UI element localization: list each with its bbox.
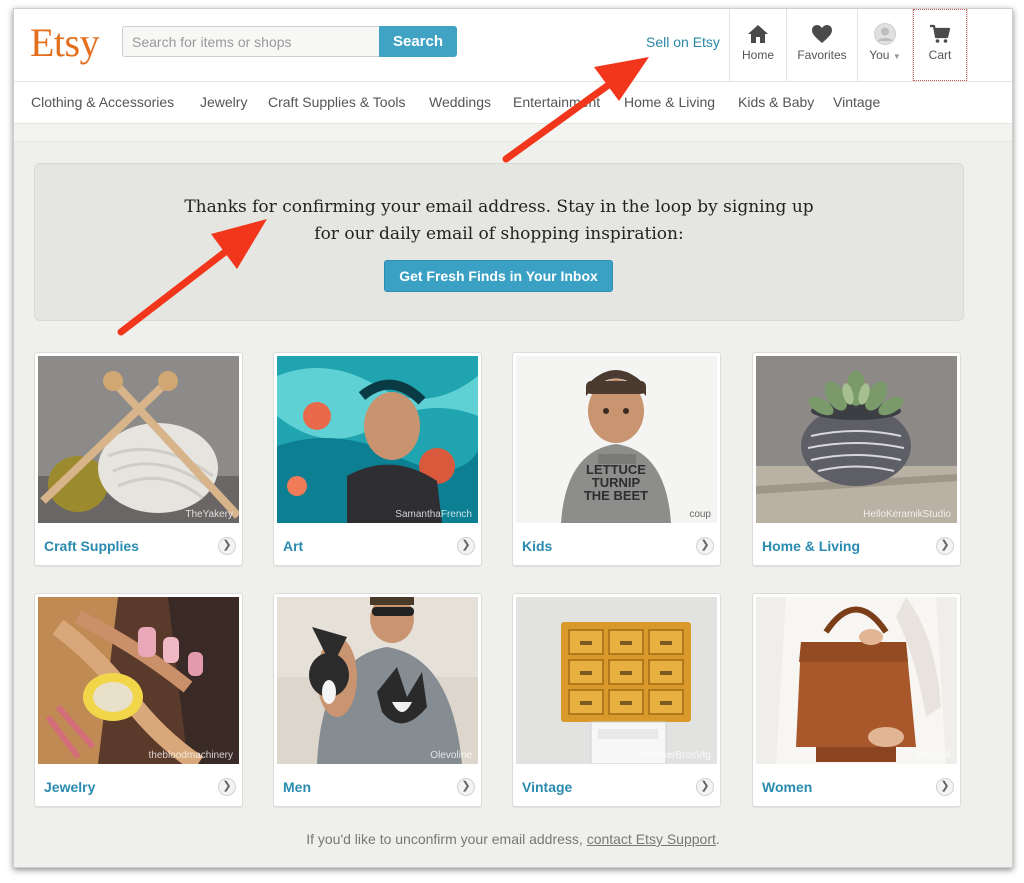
photo-credit: Olevoline	[430, 750, 472, 761]
unconfirm-note-text: If you'd like to unconfirm your email ad…	[306, 831, 587, 847]
unconfirm-note: If you'd like to unconfirm your email ad…	[14, 831, 1012, 847]
tile-photo: ProsserBrosVtg	[516, 597, 717, 764]
category-tile-men[interactable]: Olevoline Men ❯	[273, 593, 482, 807]
etsy-logo[interactable]: Etsy	[30, 19, 100, 66]
category-clothing-accessories[interactable]: Clothing & Accessories	[31, 94, 174, 110]
chevron-down-icon: ▼	[892, 52, 901, 61]
tile-photo: MISOUI	[756, 597, 957, 764]
chevron-right-icon: ❯	[218, 537, 236, 555]
photo-credit: TheYakery	[185, 509, 233, 520]
category-tile-kids[interactable]: LETTUCE TURNIP THE BEET coup Kids ❯	[512, 352, 721, 566]
tile-photo: TheYakery	[38, 356, 239, 523]
svg-text:THE BEET: THE BEET	[584, 488, 648, 503]
chevron-right-icon: ❯	[218, 778, 236, 796]
you-nav-button[interactable]: You ▼	[858, 9, 912, 81]
unconfirm-note-end: .	[715, 831, 720, 847]
category-kids-baby[interactable]: Kids & Baby	[738, 94, 814, 110]
category-weddings[interactable]: Weddings	[429, 94, 491, 110]
tile-photo: SamanthaFrench	[277, 356, 478, 523]
category-tile-women[interactable]: MISOUI Women ❯	[752, 593, 961, 807]
etsy-browser-frame: Etsy Search Sell on Etsy Home Favorites	[13, 8, 1013, 868]
photo-credit: MISOUI	[915, 750, 951, 761]
photo-credit: thebloodmachinery	[148, 750, 234, 761]
tile-label: Art	[283, 538, 304, 554]
category-vintage[interactable]: Vintage	[833, 94, 880, 110]
tile-label: Men	[283, 779, 311, 795]
tile-photo: LETTUCE TURNIP THE BEET coup	[516, 356, 717, 523]
cart-icon	[930, 24, 951, 43]
annotation-arrow-sell	[502, 57, 649, 163]
tile-label: Women	[762, 779, 813, 795]
get-fresh-finds-button[interactable]: Get Fresh Finds in Your Inbox	[384, 260, 613, 292]
cart-label: Cart	[928, 48, 952, 62]
cart-nav-button[interactable]: Cart	[913, 9, 967, 81]
tile-photo: HelloKeramikStudio	[756, 356, 957, 523]
avatar-icon	[874, 23, 896, 45]
sell-on-etsy-link[interactable]: Sell on Etsy	[646, 34, 720, 50]
favorites-nav-button[interactable]: Favorites	[787, 9, 857, 81]
contact-support-link[interactable]: contact Etsy Support	[587, 831, 716, 847]
photo-credit: ProsserBrosVtg	[640, 750, 711, 761]
tile-label: Jewelry	[44, 779, 96, 795]
you-label-text: You	[869, 48, 890, 62]
tile-label: Vintage	[522, 779, 573, 795]
heart-icon	[812, 25, 832, 43]
home-label: Home	[741, 48, 774, 62]
category-jewelry[interactable]: Jewelry	[200, 94, 247, 110]
tile-label: Home & Living	[762, 538, 861, 554]
search-button[interactable]: Search	[379, 26, 457, 57]
category-tile-craft-supplies[interactable]: TheYakery Craft Supplies ❯	[34, 352, 243, 566]
tile-photo: thebloodmachinery	[38, 597, 239, 764]
tile-label: Craft Supplies	[44, 538, 139, 554]
chevron-right-icon: ❯	[457, 537, 475, 555]
favorites-label: Favorites	[797, 48, 847, 62]
you-label: You ▼	[858, 48, 912, 62]
chevron-right-icon: ❯	[696, 537, 714, 555]
category-tile-jewelry[interactable]: thebloodmachinery Jewelry ❯	[34, 593, 243, 807]
search-input[interactable]	[122, 26, 379, 57]
photo-credit: coup	[689, 509, 711, 520]
category-tile-home-living[interactable]: HelloKeramikStudio Home & Living ❯	[752, 352, 961, 566]
chevron-right-icon: ❯	[936, 778, 954, 796]
chevron-right-icon: ❯	[457, 778, 475, 796]
chevron-right-icon: ❯	[936, 537, 954, 555]
search-bar: Search	[122, 26, 457, 57]
tile-label: Kids	[522, 538, 553, 554]
home-icon	[748, 25, 768, 43]
header-divider	[967, 9, 968, 81]
tile-photo: Olevoline	[277, 597, 478, 764]
chevron-right-icon: ❯	[696, 778, 714, 796]
photo-credit: SamanthaFrench	[395, 509, 472, 520]
photo-credit: HelloKeramikStudio	[863, 509, 951, 520]
category-craft-supplies-tools[interactable]: Craft Supplies & Tools	[268, 94, 405, 110]
category-tile-vintage[interactable]: ProsserBrosVtg Vintage ❯	[512, 593, 721, 807]
annotation-arrow-banner	[117, 219, 267, 336]
category-tile-art[interactable]: SamanthaFrench Art ❯	[273, 352, 482, 566]
home-nav-button[interactable]: Home	[730, 9, 786, 81]
